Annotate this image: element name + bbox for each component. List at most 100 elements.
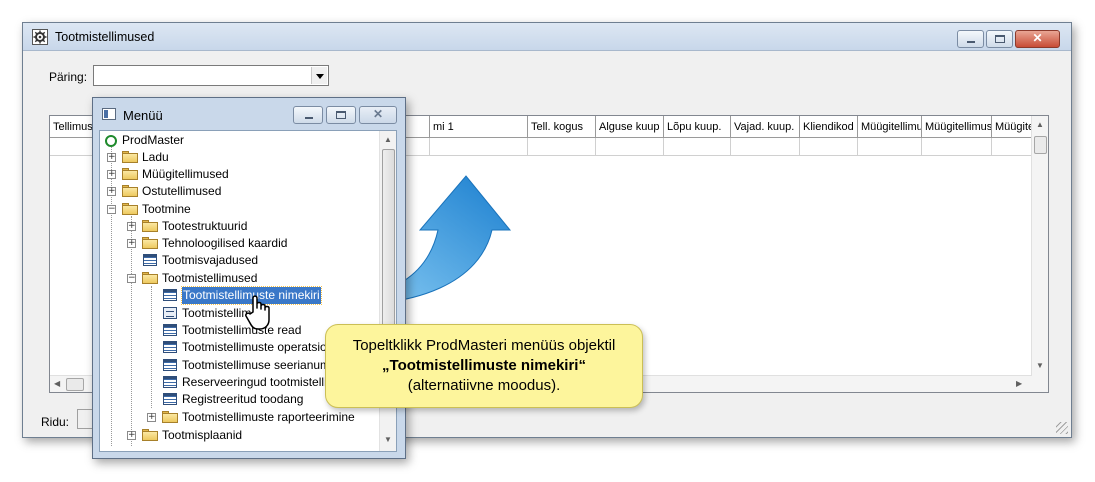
tree-node-label: Tootmistellimuste operatsio bbox=[182, 340, 327, 354]
table-icon bbox=[143, 254, 157, 266]
column-header[interactable]: Kliendikod bbox=[800, 116, 858, 138]
callout-line-2: „Tootmistellimuste nimekiri“ bbox=[382, 357, 586, 374]
scroll-left-icon[interactable]: ◀ bbox=[54, 379, 60, 388]
tree-node-label: Registreeritud toodang bbox=[182, 392, 304, 406]
folder-icon bbox=[142, 429, 158, 441]
scroll-down-icon[interactable]: ▼ bbox=[1036, 361, 1044, 370]
folder-icon bbox=[162, 411, 178, 423]
expand-icon[interactable]: + bbox=[107, 187, 116, 196]
tree-node-label: Müügitellimused bbox=[142, 167, 229, 181]
folder-open-icon bbox=[122, 203, 138, 215]
instruction-callout: Topeltklikk ProdMasteri menüüs objektil … bbox=[325, 324, 643, 408]
query-select[interactable] bbox=[93, 65, 329, 86]
table-icon bbox=[163, 341, 177, 353]
close-icon: ✕ bbox=[372, 107, 384, 121]
close-icon: ✕ bbox=[1032, 31, 1043, 45]
close-button[interactable]: ✕ bbox=[1015, 30, 1060, 48]
table-icon bbox=[163, 393, 177, 405]
grid-cell[interactable] bbox=[664, 138, 731, 156]
menu-window-buttons: ✕ bbox=[293, 106, 397, 124]
tree-node-label: Tootmistellimused bbox=[162, 271, 258, 285]
form-icon bbox=[163, 307, 177, 319]
maximize-button[interactable] bbox=[986, 30, 1013, 48]
folder-icon bbox=[142, 237, 158, 249]
column-header[interactable]: Lõpu kuup. bbox=[664, 116, 731, 138]
collapse-icon[interactable]: − bbox=[127, 274, 136, 283]
folder-open-icon bbox=[142, 272, 158, 284]
minimize-button[interactable] bbox=[957, 30, 984, 48]
scroll-thumb[interactable] bbox=[1034, 136, 1047, 154]
tree-node-label: Tehnoloogilised kaardid bbox=[162, 236, 288, 250]
tree-line bbox=[131, 216, 132, 446]
expand-icon[interactable]: + bbox=[107, 153, 116, 162]
column-header[interactable]: Müügitellimus bbox=[922, 116, 992, 138]
menu-window-icon bbox=[102, 108, 116, 120]
chevron-down-icon bbox=[316, 74, 324, 79]
table-icon bbox=[163, 289, 177, 301]
folder-icon bbox=[122, 151, 138, 163]
dropdown-button[interactable] bbox=[311, 67, 327, 84]
resize-grip-icon[interactable] bbox=[1056, 422, 1068, 434]
scroll-thumb[interactable] bbox=[66, 378, 84, 391]
grid-cell[interactable] bbox=[992, 138, 1032, 156]
menu-maximize-button[interactable] bbox=[326, 106, 356, 124]
maximize-icon bbox=[336, 111, 346, 119]
column-header[interactable]: Tell. kogus bbox=[528, 116, 596, 138]
query-label: Päring: bbox=[49, 70, 88, 84]
tree-node-label: Tootmistellimuste read bbox=[182, 323, 302, 337]
column-header[interactable]: Alguse kuup bbox=[596, 116, 664, 138]
menu-close-button[interactable]: ✕ bbox=[359, 106, 397, 124]
hand-cursor-icon bbox=[245, 295, 270, 330]
column-header[interactable]: Müügitellimu bbox=[858, 116, 922, 138]
minimize-icon bbox=[967, 41, 975, 43]
expand-icon[interactable]: + bbox=[107, 170, 116, 179]
tree-node-label: Tootmine bbox=[142, 202, 191, 216]
grid-cell[interactable] bbox=[858, 138, 922, 156]
maximize-icon bbox=[995, 35, 1005, 43]
expand-icon[interactable]: + bbox=[127, 431, 136, 440]
grid-cell[interactable] bbox=[528, 138, 596, 156]
tree-node-label: Tootmistellim bbox=[182, 306, 252, 320]
tree-node-label: Tootmisplaanid bbox=[162, 428, 243, 442]
grid-cell[interactable] bbox=[922, 138, 992, 156]
tree-node-label: Tootmistellimuste raporteerimine bbox=[182, 410, 355, 424]
row-count-label: Ridu: bbox=[41, 415, 70, 429]
column-header[interactable]: Vajad. kuup. bbox=[731, 116, 800, 138]
scroll-right-icon[interactable]: ▶ bbox=[1016, 379, 1022, 388]
callout-line-1: Topeltklikk ProdMasteri menüüs objektil bbox=[352, 337, 616, 354]
scroll-up-icon[interactable]: ▲ bbox=[384, 135, 392, 144]
tree-node-label: ProdMaster bbox=[122, 133, 185, 147]
grid-cell[interactable] bbox=[596, 138, 664, 156]
folder-icon bbox=[122, 168, 138, 180]
expand-icon[interactable]: + bbox=[127, 239, 136, 248]
app-gear-icon bbox=[32, 29, 48, 45]
grid-cell[interactable] bbox=[800, 138, 858, 156]
tree-node-label: Tootmistellimuse seerianum bbox=[182, 358, 331, 372]
tree-node-label: Tootmisvajadused bbox=[162, 253, 259, 267]
menu-title: Menüü bbox=[123, 108, 163, 123]
scroll-up-icon[interactable]: ▲ bbox=[1036, 120, 1044, 129]
tree-node-label: Tootestruktuurid bbox=[162, 219, 248, 233]
callout-line-3: (alternatiivne moodus). bbox=[407, 377, 561, 394]
tree-node-label: Reserveeringud tootmistelli bbox=[182, 375, 327, 389]
folder-icon bbox=[142, 220, 158, 232]
tree-node-label: Ostutellimused bbox=[142, 184, 222, 198]
grid-vertical-scrollbar[interactable]: ▲ ▼ bbox=[1031, 116, 1048, 392]
tree-node-label: Ladu bbox=[142, 150, 169, 164]
title-bar[interactable]: Tootmistellimused ✕ bbox=[23, 23, 1071, 51]
table-icon bbox=[163, 376, 177, 388]
grid-cell[interactable] bbox=[430, 138, 528, 156]
window-title: Tootmistellimused bbox=[55, 30, 155, 44]
menu-minimize-button[interactable] bbox=[293, 106, 323, 124]
collapse-icon[interactable]: − bbox=[107, 205, 116, 214]
root-icon bbox=[105, 135, 117, 147]
expand-icon[interactable]: + bbox=[147, 413, 156, 422]
folder-icon bbox=[122, 185, 138, 197]
table-icon bbox=[163, 359, 177, 371]
scroll-down-icon[interactable]: ▼ bbox=[384, 435, 392, 444]
minimize-icon bbox=[305, 117, 313, 119]
table-icon bbox=[163, 324, 177, 336]
grid-cell[interactable] bbox=[731, 138, 800, 156]
expand-icon[interactable]: + bbox=[127, 222, 136, 231]
column-header[interactable]: mi 1 bbox=[430, 116, 528, 138]
